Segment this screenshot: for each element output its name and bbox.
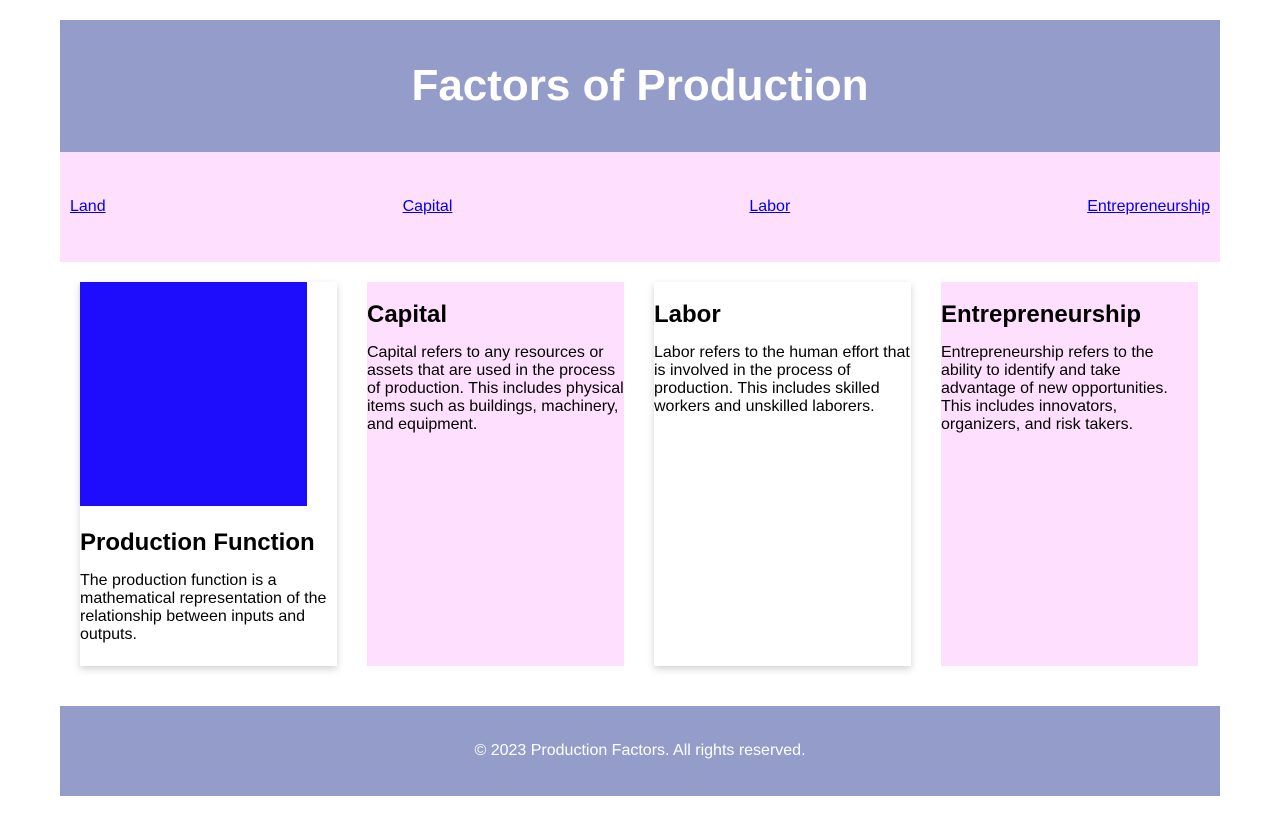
production-function-image [80, 282, 307, 506]
card-text: Entrepreneurship refers to the ability t… [941, 344, 1168, 434]
main-nav: Land Capital Labor Entrepreneurship [60, 152, 1220, 262]
card-capital: Capital Capital refers to any resources … [367, 282, 624, 666]
card-title: Capital [367, 301, 448, 328]
card-title: Entrepreneurship [941, 301, 1142, 328]
card-text: Capital refers to any resources or asset… [367, 344, 624, 434]
nav-link-labor[interactable]: Labor [749, 198, 790, 216]
nav-link-capital[interactable]: Capital [403, 198, 453, 216]
site-footer: © 2023 Production Factors. All rights re… [60, 706, 1220, 796]
content-grid: Production Function The production funct… [60, 262, 1220, 686]
card-production-function: Production Function The production funct… [80, 282, 337, 666]
card-entrepreneurship: Entrepreneurship Entrepreneurship refers… [941, 282, 1198, 666]
card-title: Production Function [80, 529, 315, 556]
card-labor: Labor Labor refers to the human effort t… [654, 282, 911, 666]
page-container: Factors of Production Land Capital Labor… [60, 20, 1220, 796]
card-title: Labor [654, 301, 721, 328]
card-text: The production function is a mathematica… [80, 572, 327, 644]
page-title: Factors of Production [411, 61, 869, 110]
copyright-text: © 2023 Production Factors. All rights re… [474, 742, 806, 759]
card-text: Labor refers to the human effort that is… [654, 344, 910, 416]
nav-link-land[interactable]: Land [70, 198, 106, 216]
site-header: Factors of Production [60, 20, 1220, 152]
nav-link-entrepreneurship[interactable]: Entrepreneurship [1087, 198, 1210, 216]
